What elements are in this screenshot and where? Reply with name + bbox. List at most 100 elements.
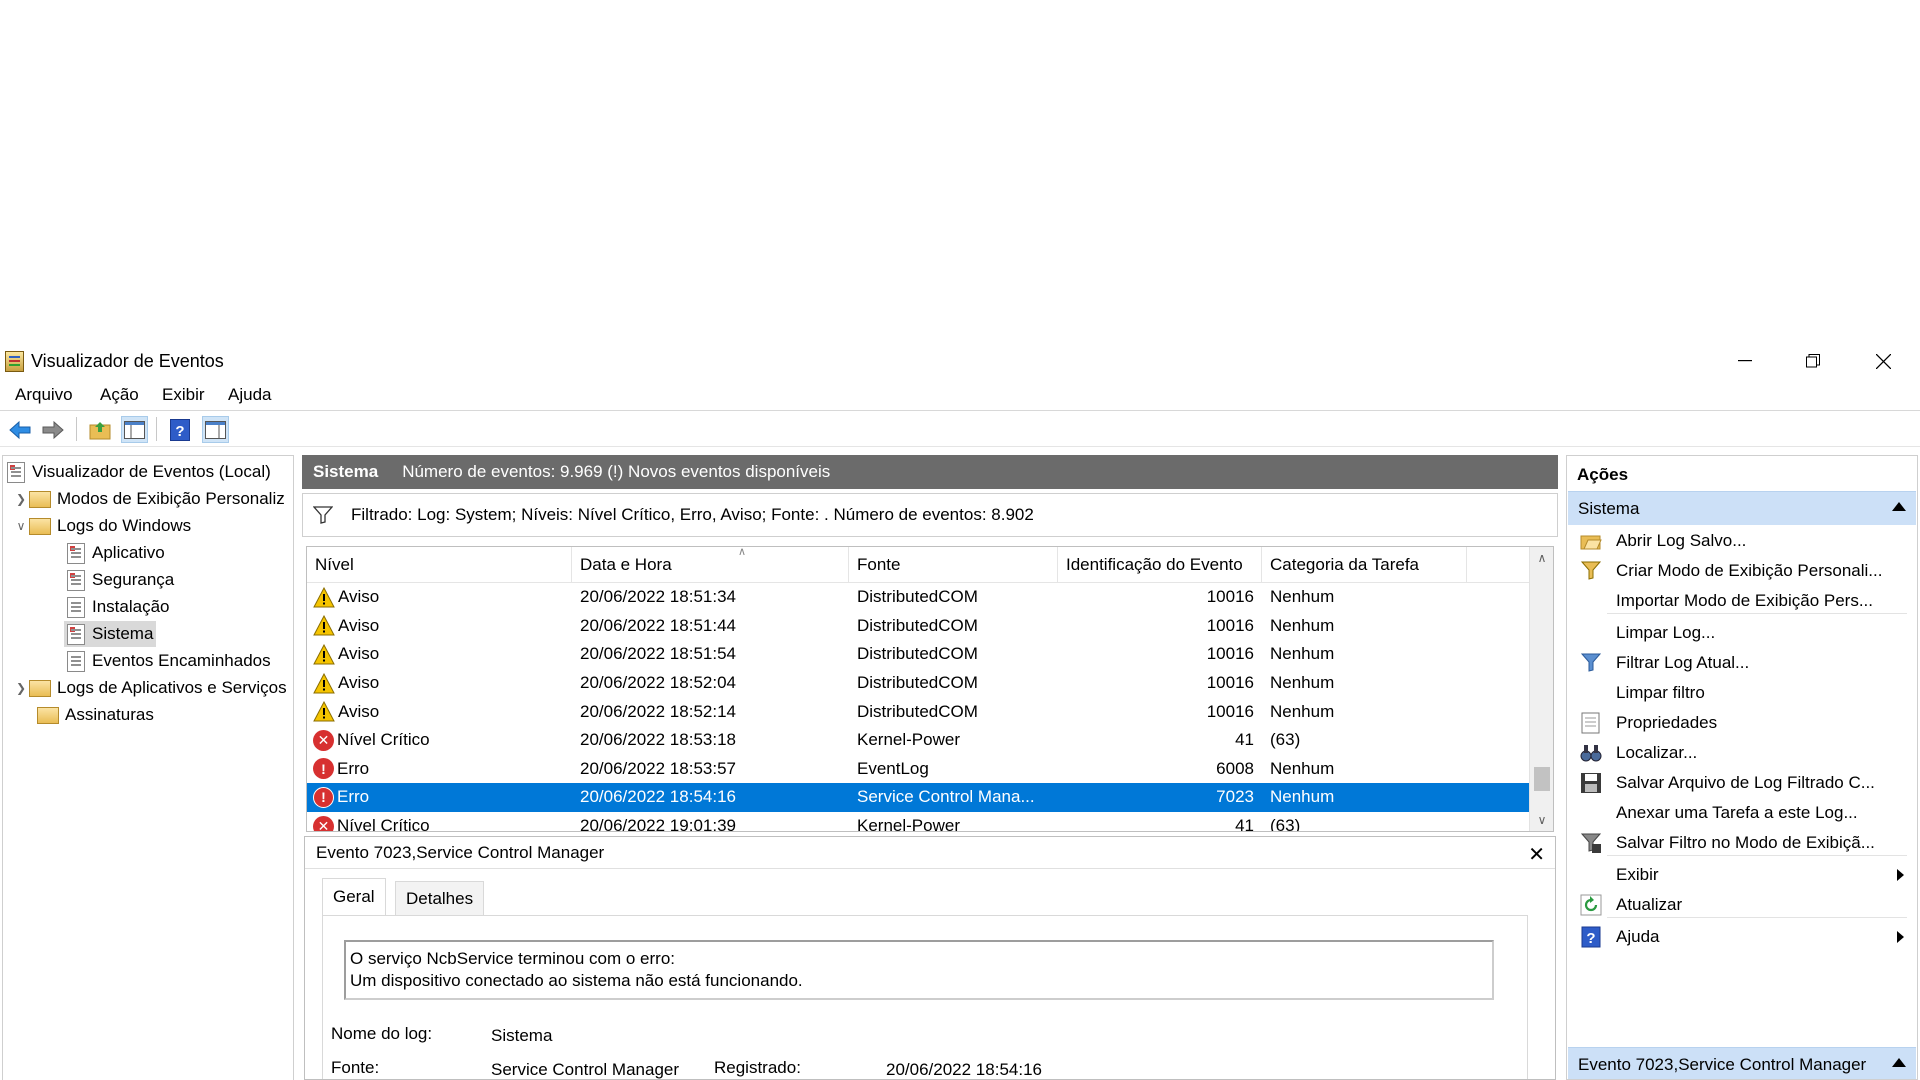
- cell-level: ✕ Nível Crítico: [307, 812, 430, 831]
- section-label: Sistema: [1578, 498, 1640, 518]
- action-item[interactable]: Salvar Filtro no Modo de Exibiçã...: [1568, 828, 1916, 858]
- action-label: Salvar Filtro no Modo de Exibiçã...: [1616, 833, 1875, 852]
- table-row[interactable]: Aviso 20/06/2022 18:52:14 DistributedCOM Ne…: [307, 697, 1529, 726]
- critical-icon: ✕: [313, 729, 334, 751]
- section-label: Evento 7023,Service Control Manager: [1578, 1054, 1867, 1074]
- chevron-down-icon[interactable]: ∨: [13, 519, 29, 533]
- tree-item-subscriptions[interactable]: Assinaturas: [37, 702, 154, 728]
- action-item[interactable]: Filtrar Log Atual...: [1568, 648, 1916, 678]
- table-row[interactable]: ✕ Nível Crítico 20/06/2022 18:53:18 Kernel-…: [307, 726, 1529, 755]
- tree-item-application[interactable]: Aplicativo: [67, 540, 165, 566]
- actions-section-system[interactable]: Sistema: [1568, 491, 1916, 525]
- cell-level: Aviso: [307, 583, 379, 612]
- tree-item-forwarded-events[interactable]: Eventos Encaminhados: [67, 648, 271, 674]
- scroll-up-icon[interactable]: ∧: [1530, 547, 1553, 569]
- tab-general[interactable]: Geral: [322, 878, 386, 915]
- event-viewer-window: Visualizador de Eventos Arquivo Ação Exi…: [0, 343, 1920, 1080]
- folder-icon: [29, 517, 51, 535]
- column-header-category[interactable]: Categoria da Tarefa: [1262, 547, 1467, 583]
- scroll-down-icon[interactable]: ∨: [1530, 809, 1553, 831]
- table-row[interactable]: ✕ Nível Crítico 20/06/2022 19:01:39 Kernel-…: [307, 812, 1529, 831]
- action-pane-icon: [205, 420, 226, 439]
- filter-icon: [313, 506, 333, 524]
- tree-item-windows-logs[interactable]: ∨ Logs do Windows: [13, 513, 192, 539]
- table-row[interactable]: Aviso 20/06/2022 18:51:54 DistributedCOM Ne…: [307, 640, 1529, 669]
- show-hide-action-pane-button[interactable]: [202, 416, 229, 443]
- menu-acao[interactable]: Ação: [100, 385, 139, 405]
- action-item[interactable]: Limpar Log...: [1568, 618, 1916, 648]
- tab-details[interactable]: Detalhes: [395, 881, 485, 915]
- log-icon: [67, 623, 85, 645]
- tree-item-root[interactable]: Visualizador de Eventos (Local): [7, 459, 271, 485]
- event-viewer-icon: [7, 461, 25, 483]
- tree-item-setup[interactable]: Instalação: [67, 594, 170, 620]
- action-item[interactable]: Exibir: [1568, 860, 1916, 890]
- menu-ajuda[interactable]: Ajuda: [228, 385, 271, 405]
- actions-title: Ações: [1577, 465, 1629, 484]
- collapse-icon[interactable]: [1892, 1058, 1906, 1067]
- grid-scrollbar[interactable]: ∧ ∨: [1529, 547, 1553, 831]
- action-item[interactable]: Atualizar: [1568, 890, 1916, 920]
- filter-description: Filtrado: Log: System; Níveis: Nível Crí…: [351, 505, 1034, 524]
- menu-arquivo[interactable]: Arquivo: [15, 385, 73, 405]
- folder-icon: [29, 679, 51, 697]
- log-icon: [67, 650, 85, 672]
- column-header-date[interactable]: Data e Hora: [572, 547, 849, 583]
- cell-category: Nenhum: [1270, 587, 1335, 607]
- tree-item-system[interactable]: Sistema: [64, 621, 157, 647]
- close-button[interactable]: [1848, 343, 1918, 379]
- column-header-level[interactable]: Nível: [307, 547, 572, 583]
- action-item[interactable]: Localizar...: [1568, 738, 1916, 768]
- back-button[interactable]: [6, 416, 33, 443]
- table-row[interactable]: Aviso 20/06/2022 18:51:44 DistributedCOM Ne…: [307, 612, 1529, 641]
- help-button[interactable]: ?: [166, 416, 193, 443]
- cell-category: (63): [1270, 730, 1301, 750]
- action-item[interactable]: Importar Modo de Exibição Pers...: [1568, 586, 1916, 616]
- folder-icon: [29, 490, 51, 508]
- cell-category: Nenhum: [1270, 673, 1335, 693]
- action-label: Importar Modo de Exibição Pers...: [1616, 591, 1874, 610]
- action-label: Limpar Log...: [1616, 623, 1716, 642]
- collapse-icon[interactable]: [1892, 502, 1906, 511]
- table-row[interactable]: ! Erro 20/06/2022 18:54:16 Service Control …: [307, 783, 1529, 812]
- properties-icon: [1580, 712, 1602, 734]
- open-folder-button[interactable]: [86, 416, 113, 443]
- save-disk-icon: [1580, 772, 1602, 794]
- column-header-event-id[interactable]: Identificação do Evento: [1058, 547, 1262, 583]
- show-hide-console-tree-button[interactable]: [121, 416, 148, 443]
- forward-button[interactable]: [39, 416, 66, 443]
- action-item[interactable]: Anexar uma Tarefa a este Log...: [1568, 798, 1916, 828]
- title-bar: Visualizador de Eventos: [0, 343, 1920, 379]
- action-item[interactable]: Abrir Log Salvo...: [1568, 526, 1916, 556]
- action-item[interactable]: Criar Modo de Exibição Personali...: [1568, 556, 1916, 586]
- cell-source: Service Control Mana...: [857, 787, 1035, 807]
- table-row[interactable]: Aviso 20/06/2022 18:51:34 DistributedCOM Ne…: [307, 583, 1529, 612]
- menu-exibir[interactable]: Exibir: [162, 385, 205, 405]
- action-item[interactable]: Propriedades: [1568, 708, 1916, 738]
- cell-category: Nenhum: [1270, 615, 1335, 635]
- warning-icon: [313, 672, 335, 694]
- column-header-source[interactable]: Fonte: [849, 547, 1058, 583]
- message-line: O serviço NcbService terminou com o erro…: [350, 949, 675, 968]
- action-item[interactable]: Limpar filtro: [1568, 678, 1916, 708]
- actions-section-event[interactable]: Evento 7023,Service Control Manager: [1568, 1047, 1916, 1079]
- minimize-button[interactable]: [1710, 343, 1780, 379]
- chevron-right-icon[interactable]: ❯: [13, 681, 29, 695]
- action-item[interactable]: Salvar Arquivo de Log Filtrado C...: [1568, 768, 1916, 798]
- chevron-right-icon[interactable]: ❯: [13, 492, 29, 506]
- restore-button[interactable]: [1778, 343, 1848, 379]
- menu-bar: Arquivo Ação Exibir Ajuda: [0, 379, 1920, 411]
- close-detail-icon[interactable]: ✕: [1528, 842, 1545, 867]
- tree-item-security[interactable]: Segurança: [67, 567, 174, 593]
- tree-item-custom-views[interactable]: ❯ Modos de Exibição Personaliz: [13, 486, 285, 512]
- action-item[interactable]: ? Ajuda: [1568, 922, 1916, 952]
- table-row[interactable]: Aviso 20/06/2022 18:52:04 DistributedCOM Ne…: [307, 669, 1529, 698]
- error-icon: !: [313, 758, 334, 780]
- table-row[interactable]: ! Erro 20/06/2022 18:53:57 EventLog Nenhum 60…: [307, 755, 1529, 784]
- tree-item-app-services-logs[interactable]: ❯ Logs de Aplicativos e Serviços: [13, 675, 287, 701]
- log-icon: [67, 569, 85, 591]
- cell-event-id: 10016: [1206, 587, 1254, 607]
- event-message[interactable]: O serviço NcbService terminou com o erro…: [344, 940, 1494, 1000]
- scroll-thumb[interactable]: [1534, 767, 1550, 791]
- action-label: Exibir: [1616, 865, 1659, 884]
